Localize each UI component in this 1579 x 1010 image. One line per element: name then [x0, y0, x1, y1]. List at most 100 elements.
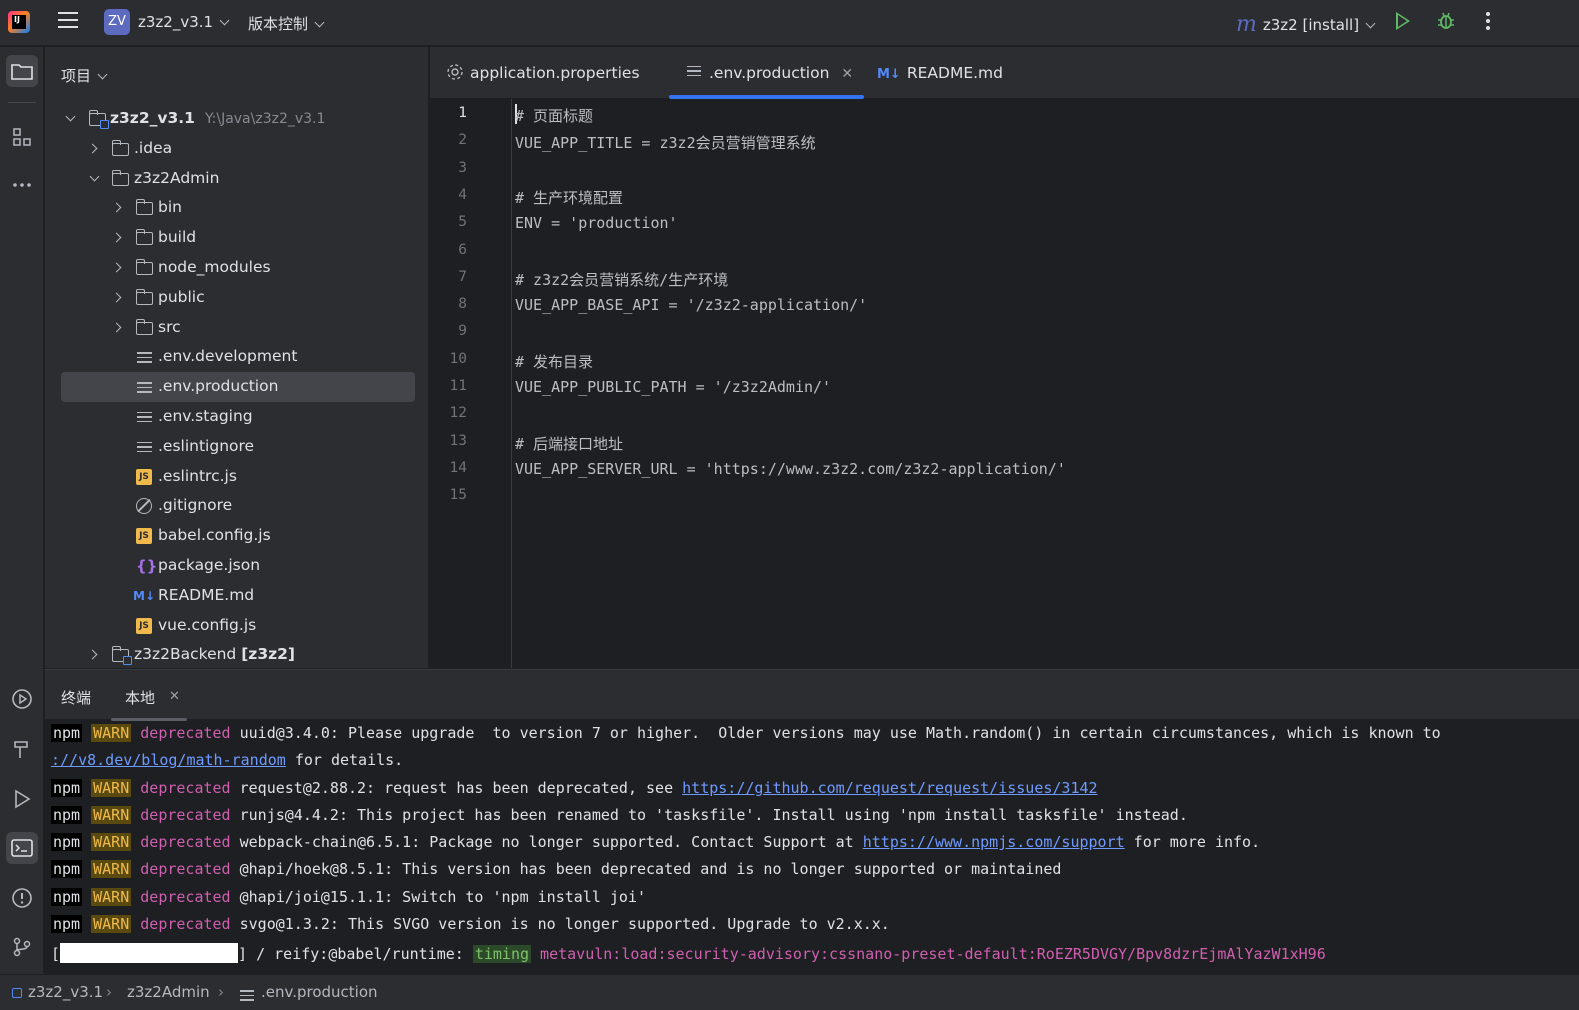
- tree-item-env-staging[interactable]: .env.staging: [61, 402, 415, 432]
- code-line: ENV = 'production': [515, 214, 678, 233]
- chevron-down-icon[interactable]: [89, 171, 100, 182]
- more-actions-icon[interactable]: [1486, 12, 1492, 32]
- tree-item-env-production[interactable]: .env.production: [61, 372, 415, 402]
- code-line: # 生产环境配置: [515, 188, 624, 207]
- project-view-selector[interactable]: 项目: [61, 65, 108, 86]
- vcs-label: 版本控制: [248, 15, 309, 33]
- tab-application-properties[interactable]: application.properties: [446, 47, 668, 99]
- tree-item-vue-config[interactable]: JS vue.config.js: [61, 611, 415, 641]
- structure-icon[interactable]: [6, 121, 38, 153]
- tree-item-label: z3z2Admin: [134, 168, 220, 187]
- debug-icon[interactable]: [1436, 11, 1456, 31]
- title-bar: IJ ZV z3z2_v3.1 版本控制 m z3z2 [install]: [0, 0, 1579, 46]
- tree-item-babel-config[interactable]: JS babel.config.js: [61, 521, 415, 551]
- maven-icon: m: [1236, 12, 1257, 37]
- run-tool-icon[interactable]: [6, 783, 38, 815]
- chevron-down-icon: [97, 69, 108, 80]
- line-number-gutter: 1 2 3 4 5 6 7 8 9 10 11 12 13 14 15: [430, 99, 512, 668]
- chevron-right-icon[interactable]: [111, 262, 122, 273]
- status-bar: z3z2_v3.1 › z3z2Admin › .env.production: [0, 974, 1579, 1010]
- tree-item-bin[interactable]: bin: [61, 193, 415, 223]
- tree-item-label: .eslintrc.js: [158, 466, 237, 485]
- text-file-icon: [687, 63, 701, 76]
- markdown-file-icon: M↓: [133, 588, 155, 603]
- text-file-icon: [137, 379, 152, 395]
- chevron-right-icon[interactable]: [87, 649, 98, 660]
- tree-item-eslintrc[interactable]: JS .eslintrc.js: [61, 462, 415, 492]
- text-file-icon: [240, 987, 254, 1001]
- chevron-right-icon[interactable]: [111, 322, 122, 333]
- tab-readme[interactable]: M↓ README.md: [877, 47, 1017, 99]
- tree-item-package-json[interactable]: {} package.json: [61, 551, 415, 581]
- code-line: # z3z2会员营销系统/生产环境: [515, 270, 729, 289]
- chevron-right-icon[interactable]: [111, 202, 122, 213]
- tree-item-src[interactable]: src: [61, 313, 415, 343]
- chevron-down-icon: [314, 17, 325, 28]
- terminal-tool-icon[interactable]: [6, 832, 38, 864]
- terminal-line: npm WARN deprecated @hapi/hoek@8.5.1: Th…: [51, 860, 1062, 878]
- tree-item-gitignore[interactable]: .gitignore: [61, 491, 415, 521]
- project-tool-folder-icon[interactable]: [6, 55, 38, 87]
- tree-item-public[interactable]: public: [61, 283, 415, 313]
- terminal-link[interactable]: https://github.com/request/request/issue…: [682, 779, 1097, 797]
- tab-local-session[interactable]: 本地: [110, 687, 188, 721]
- close-icon[interactable]: ✕: [169, 689, 180, 704]
- close-icon[interactable]: ✕: [841, 66, 853, 82]
- tree-item-eslintignore[interactable]: .eslintignore: [61, 432, 415, 462]
- tree-item-label: node_modules: [158, 257, 271, 276]
- code-line: VUE_APP_SERVER_URL = 'https://www.z3z2.c…: [515, 459, 1066, 478]
- tree-item-z3z2backend[interactable]: z3z2Backend [z3z2]: [61, 640, 415, 670]
- code-line: # 页面标题: [515, 107, 594, 125]
- more-tools-icon[interactable]: [6, 169, 38, 201]
- terminal-line: npm WARN deprecated svgo@1.3.2: This SVG…: [51, 915, 890, 933]
- tree-item-build[interactable]: build: [61, 223, 415, 253]
- breadcrumb-item[interactable]: z3z2_v3.1: [28, 983, 103, 1001]
- tree-item-z3z2admin[interactable]: z3z2Admin: [61, 164, 415, 194]
- text-file-icon: [137, 409, 152, 425]
- project-badge[interactable]: ZV: [104, 9, 130, 35]
- problems-icon[interactable]: [6, 882, 38, 914]
- git-icon[interactable]: [6, 931, 38, 963]
- tree-item-root[interactable]: z3z2_v3.1 Y:\Java\z3z2_v3.1: [61, 104, 415, 134]
- vcs-menu[interactable]: 版本控制: [248, 13, 325, 34]
- breadcrumb-item[interactable]: .env.production: [261, 983, 378, 1001]
- terminal-link[interactable]: ://v8.dev/blog/math-random: [51, 751, 286, 769]
- run-config-selector[interactable]: m z3z2 [install]: [1236, 11, 1376, 37]
- tree-item-label: .eslintignore: [158, 436, 255, 455]
- tree-item-label: z3z2_v3.1: [110, 109, 195, 127]
- services-icon[interactable]: [6, 683, 38, 715]
- terminal-line: npm WARN deprecated request@2.88.2: requ…: [51, 779, 1098, 797]
- tree-item-label: public: [158, 287, 205, 306]
- run-icon[interactable]: [1396, 12, 1410, 30]
- chevron-down-icon[interactable]: [65, 111, 76, 122]
- chevron-right-icon[interactable]: [111, 232, 122, 243]
- project-panel: 项目 z3z2_v3.1 Y:\Java\z3z2_v3.1 .idea z3z2…: [45, 47, 470, 670]
- progress-bar: [60, 943, 239, 963]
- intellij-logo-icon[interactable]: IJ: [8, 11, 30, 33]
- markdown-icon: M↓: [877, 67, 901, 82]
- tree-item-env-development[interactable]: .env.development: [61, 342, 415, 372]
- tree-item-idea[interactable]: .idea: [61, 134, 415, 164]
- code-line: VUE_APP_PUBLIC_PATH = '/z3z2Admin/': [515, 378, 832, 396]
- tree-item-readme[interactable]: M↓ README.md: [61, 581, 415, 611]
- tree-item-label: .env.development: [158, 347, 298, 366]
- breadcrumb-separator: ›: [218, 983, 224, 1001]
- terminal-line: npm WARN deprecated runjs@4.4.2: This pr…: [51, 806, 1188, 824]
- code-line: # 后端接口地址: [515, 434, 624, 453]
- build-hammer-icon[interactable]: [6, 733, 38, 765]
- folder-icon: [135, 288, 153, 305]
- main-menu-icon[interactable]: [58, 12, 78, 30]
- terminal-link[interactable]: https://www.npmjs.com/support: [863, 833, 1125, 851]
- folder-icon: [135, 318, 153, 335]
- tab-env-production[interactable]: .env.production ✕: [669, 47, 864, 99]
- terminal-line: npm WARN deprecated uuid@3.4.0: Please u…: [51, 724, 1441, 742]
- breadcrumb-item[interactable]: z3z2Admin: [127, 983, 210, 1001]
- tree-item-node-modules[interactable]: node_modules: [61, 253, 415, 283]
- chevron-right-icon[interactable]: [111, 292, 122, 303]
- tab-label: .env.production: [709, 64, 830, 82]
- terminal-title: 终端: [61, 689, 92, 707]
- line-number: 3: [458, 159, 467, 176]
- project-selector[interactable]: z3z2_v3.1: [138, 13, 230, 31]
- tree-item-label: vue.config.js: [158, 615, 257, 634]
- chevron-right-icon[interactable]: [87, 143, 98, 154]
